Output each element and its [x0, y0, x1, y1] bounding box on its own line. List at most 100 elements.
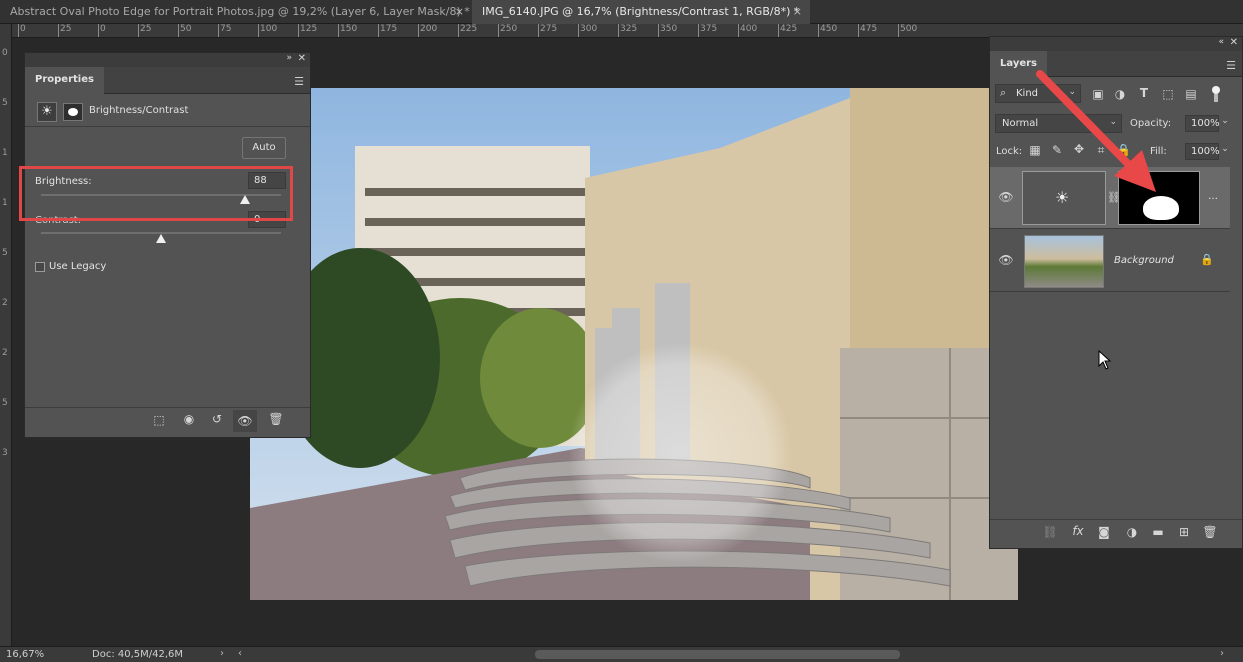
- vertical-ruler[interactable]: 0 5 1 1 5 2 2 5 3: [0, 24, 12, 646]
- ruler-tick-label: 200: [420, 24, 438, 34]
- brightness-highlight-box: [19, 166, 293, 221]
- ruler-tick-label: 1: [2, 198, 8, 208]
- ruler-tick-label: 5: [2, 98, 8, 108]
- visibility-eye-icon[interactable]: 👁: [998, 253, 1014, 267]
- ruler-tick-mark: [658, 24, 659, 37]
- reset-icon[interactable]: ↺: [208, 412, 226, 426]
- document-photo[interactable]: [250, 88, 1018, 600]
- new-layer-icon[interactable]: ⊞: [1176, 525, 1192, 539]
- ruler-tick-mark: [738, 24, 739, 37]
- building-photo: [250, 88, 1018, 600]
- close-icon[interactable]: ✕: [298, 53, 306, 64]
- brightness-contrast-icon: ☀: [37, 102, 57, 122]
- layers-bottom-toolbar: ⛓ fx ◙ ◑ ▬ ⊞ 🗑: [990, 519, 1242, 545]
- panel-top-bar[interactable]: « ✕: [990, 37, 1242, 51]
- ruler-tick-label: 3: [2, 448, 8, 458]
- ruler-tick-label: 175: [380, 24, 398, 34]
- add-mask-icon[interactable]: ◙: [1096, 525, 1112, 539]
- trash-icon[interactable]: 🗑: [1202, 525, 1218, 539]
- ruler-tick-label: 300: [580, 24, 598, 34]
- ruler-tick-mark: [458, 24, 459, 37]
- collapse-icon[interactable]: «: [1218, 37, 1224, 47]
- chevron-right-icon[interactable]: ›: [220, 648, 224, 659]
- ruler-tick-mark: [378, 24, 379, 37]
- use-legacy-checkbox[interactable]: [35, 262, 45, 272]
- ruler-tick-mark: [218, 24, 219, 37]
- close-icon[interactable]: ×: [793, 0, 802, 24]
- ruler-tick-label: 2: [2, 348, 8, 358]
- trash-icon[interactable]: 🗑: [267, 412, 285, 426]
- ruler-tick-label: 350: [660, 24, 678, 34]
- properties-tab-bar: Properties ☰: [25, 67, 310, 94]
- document-tab-img-6140[interactable]: IMG_6140.JPG @ 16,7% (Brightness/Contras…: [472, 0, 810, 24]
- visibility-eye-icon[interactable]: 👁: [998, 190, 1014, 204]
- ruler-tick-mark: [178, 24, 179, 37]
- ruler-tick-label: 0: [2, 48, 8, 58]
- ruler-tick-label: 0: [20, 24, 26, 34]
- document-tab-abstract-oval[interactable]: Abstract Oval Photo Edge for Portrait Ph…: [0, 0, 472, 24]
- ruler-tick-label: 250: [500, 24, 518, 34]
- smart-object-filter-icon[interactable]: ▤: [1184, 87, 1198, 101]
- ruler-tick-mark: [818, 24, 819, 37]
- ruler-tick-label: 500: [900, 24, 918, 34]
- chevron-down-icon[interactable]: ⌄: [1220, 116, 1230, 126]
- panel-menu-icon[interactable]: ☰: [294, 75, 304, 88]
- view-previous-state-icon[interactable]: ◉: [179, 412, 199, 426]
- chevron-down-icon[interactable]: ⌄: [1220, 144, 1230, 154]
- ruler-tick-label: 5: [2, 398, 8, 408]
- ruler-tick-mark: [58, 24, 59, 37]
- use-legacy-label: Use Legacy: [49, 261, 107, 272]
- ruler-tick-label: 475: [860, 24, 878, 34]
- scroll-right-icon[interactable]: ›: [1220, 648, 1224, 659]
- ruler-tick-label: 100: [260, 24, 278, 34]
- red-arrow-annotation: [1036, 70, 1156, 192]
- document-tab-label: IMG_6140.JPG @ 16,7% (Brightness/Contras…: [482, 5, 800, 18]
- layer-row-background[interactable]: 👁 Background 🔒: [990, 230, 1230, 292]
- adjustment-header: ☀ Brightness/Contrast: [25, 96, 310, 127]
- ruler-tick-label: 325: [620, 24, 638, 34]
- zoom-level[interactable]: 16,67%: [6, 649, 44, 660]
- ruler-tick-label: 225: [460, 24, 478, 34]
- contrast-slider-thumb[interactable]: [156, 234, 166, 243]
- properties-bottom-toolbar: ⬚ ◉ ↺ 👁 🗑: [25, 407, 310, 433]
- visibility-eye-icon[interactable]: 👁: [233, 410, 257, 432]
- search-icon: ⌕: [1000, 86, 1007, 99]
- more-icon[interactable]: …: [1208, 191, 1218, 202]
- collapse-icon[interactable]: »: [286, 53, 292, 63]
- new-group-icon[interactable]: ▬: [1150, 525, 1166, 539]
- panel-top-bar[interactable]: » ✕: [25, 53, 310, 67]
- filter-toggle-icon[interactable]: [1212, 86, 1220, 94]
- ruler-tick-mark: [18, 24, 19, 37]
- auto-button[interactable]: Auto: [242, 137, 286, 159]
- ruler-tick-label: 50: [180, 24, 192, 34]
- opacity-field[interactable]: 100%: [1185, 115, 1220, 132]
- close-icon[interactable]: ×: [455, 0, 464, 24]
- layer-name[interactable]: Background: [1114, 255, 1174, 266]
- tab-properties[interactable]: Properties: [25, 67, 104, 94]
- lock-label: Lock:: [996, 146, 1023, 157]
- close-icon[interactable]: ✕: [1230, 37, 1238, 48]
- ruler-tick-label: 5: [2, 248, 8, 258]
- ruler-tick-label: 25: [60, 24, 72, 34]
- ruler-tick-mark: [698, 24, 699, 37]
- layer-mask-icon[interactable]: [63, 103, 83, 121]
- ruler-tick-mark: [418, 24, 419, 37]
- fill-field[interactable]: 100%: [1185, 143, 1220, 160]
- status-bar: 16,67% Doc: 40,5M/42,6M › ‹ ›: [0, 646, 1243, 662]
- clip-to-layer-icon[interactable]: ⬚: [150, 413, 168, 427]
- horizontal-scrollbar-thumb[interactable]: [535, 650, 900, 659]
- ruler-tick-mark: [138, 24, 139, 37]
- adjustment-name: Brightness/Contrast: [89, 105, 189, 116]
- ruler-tick-mark: [258, 24, 259, 37]
- ruler-tick-label: 1: [2, 148, 8, 158]
- properties-panel: » ✕ Properties ☰ ☀ Brightness/Contrast A…: [19, 52, 311, 438]
- panel-menu-icon[interactable]: ☰: [1226, 59, 1236, 72]
- ruler-tick-label: 75: [220, 24, 232, 34]
- background-thumbnail[interactable]: [1024, 235, 1104, 288]
- layer-style-icon[interactable]: fx: [1070, 524, 1086, 538]
- ruler-tick-label: 450: [820, 24, 838, 34]
- new-adjustment-layer-icon[interactable]: ◑: [1124, 525, 1140, 539]
- filter-toggle-stem: [1214, 94, 1218, 102]
- link-layers-icon[interactable]: ⛓: [1042, 525, 1058, 539]
- scroll-left-icon[interactable]: ‹: [238, 648, 242, 659]
